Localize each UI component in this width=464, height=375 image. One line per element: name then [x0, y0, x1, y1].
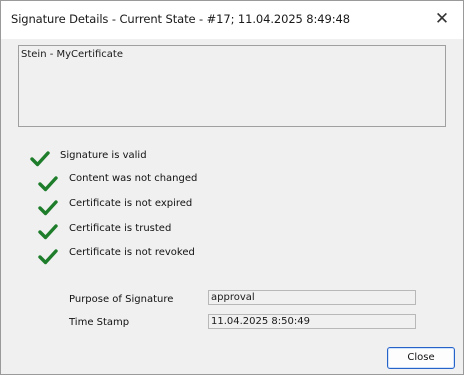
purpose-field[interactable]: approval — [208, 290, 416, 305]
signature-details-dialog: Signature Details - Current State - #17;… — [0, 0, 464, 375]
expiry-check-icon — [38, 200, 58, 216]
timestamp-label: Time Stamp — [69, 317, 130, 328]
window-title: Signature Details - Current State - #17;… — [11, 12, 350, 26]
timestamp-field[interactable]: 11.04.2025 8:50:49 — [208, 314, 416, 329]
close-button[interactable]: Close — [387, 347, 455, 369]
trusted-check-icon — [38, 224, 58, 240]
content-unchanged-label: Content was not changed — [69, 173, 198, 184]
cert-not-revoked-label: Certificate is not revoked — [69, 247, 195, 258]
signer-info-box[interactable]: Stein - MyCertificate — [18, 45, 446, 127]
content-check-icon — [38, 176, 58, 192]
signer-text: Stein - MyCertificate — [21, 49, 123, 60]
revocation-check-icon — [38, 249, 58, 265]
signature-valid-label: Signature is valid — [60, 150, 147, 161]
close-window-icon[interactable]: ✕ — [431, 7, 453, 31]
purpose-label: Purpose of Signature — [69, 294, 174, 305]
valid-check-icon — [30, 151, 50, 167]
cert-trusted-label: Certificate is trusted — [69, 223, 172, 234]
title-bar: Signature Details - Current State - #17;… — [1, 1, 463, 39]
cert-not-expired-label: Certificate is not expired — [69, 198, 193, 209]
